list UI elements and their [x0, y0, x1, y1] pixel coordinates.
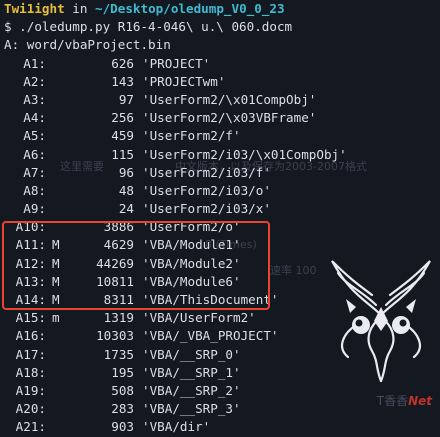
stream-name: 'UserForm2/i03/f'	[142, 164, 271, 180]
stream-name: 'VBA/__SRP_1'	[142, 364, 241, 380]
prompt-user: Twi1ight	[4, 1, 65, 16]
stream-row: A3: 97 'UserForm2/\x01CompObj'	[4, 91, 440, 109]
stream-size: 1319	[103, 310, 134, 326]
stream-size: 24	[118, 201, 134, 217]
stream-size: 115	[111, 146, 134, 162]
stream-size: 195	[111, 364, 134, 380]
stream-row: A20: 283 'VBA/__SRP_3'	[4, 400, 440, 418]
stream-name: 'VBA/_VBA_PROJECT'	[142, 328, 279, 344]
stream-name: 'VBA/__SRP_0'	[142, 346, 241, 362]
stream-row: A5: 459 'UserForm2/f'	[4, 127, 440, 145]
stream-row: A17: 1735 'VBA/__SRP_0'	[4, 346, 440, 364]
stream-name: 'VBA/__SRP_3'	[142, 401, 241, 417]
prompt-line: Twi1ight in ~/Desktop/oledump_V0_0_23	[4, 0, 440, 18]
stream-row: A7: 96 'UserForm2/i03/f'	[4, 164, 440, 182]
stream-flag: m	[52, 310, 60, 326]
stream-size: 10303	[96, 328, 134, 344]
stream-name: 'UserForm2/i03/x'	[142, 201, 271, 217]
stream-size: 48	[118, 182, 134, 198]
stream-name: 'UserForm2/\x03VBFrame'	[142, 110, 317, 126]
stream-size: 459	[111, 128, 134, 144]
stream-name: 'VBA/dir'	[142, 419, 211, 435]
stream-index: A17:	[15, 346, 46, 362]
stream-size: 1735	[103, 346, 134, 362]
highlight-box	[2, 221, 270, 310]
stream-size: 626	[111, 55, 134, 71]
stream-row: A9: 24 'UserForm2/i03/x'	[4, 200, 440, 218]
command-line: $ ./oledump.py R16-4-046\ u.\ 060.docm	[4, 19, 293, 35]
stream-index: A7:	[23, 164, 46, 180]
stream-row: A1: 626 'PROJECT'	[4, 55, 440, 73]
stream-row: A21: 903 'VBA/dir'	[4, 418, 440, 436]
terminal-window[interactable]: Twi1ight in ~/Desktop/oledump_V0_0_23 $ …	[0, 0, 440, 434]
stream-index: A8:	[23, 182, 46, 198]
stream-size: 283	[111, 401, 134, 417]
stream-size: 143	[111, 73, 134, 89]
stream-name: 'UserForm2/\x01CompObj'	[142, 91, 317, 107]
stream-row: A16: 10303 'VBA/_VBA_PROJECT'	[4, 327, 440, 345]
prompt-path: ~/Desktop/oledump_V0_0_23	[95, 1, 285, 16]
stream-index: A20:	[15, 401, 46, 417]
stream-row: A2: 143 'PROJECTwm'	[4, 73, 440, 91]
stream-row: A8: 48 'UserForm2/i03/o'	[4, 182, 440, 200]
stream-index: A9:	[23, 201, 46, 217]
stream-index: A5:	[23, 128, 46, 144]
stream-index: A3:	[23, 91, 46, 107]
stream-size: 96	[118, 164, 134, 180]
stream-index: A18:	[15, 364, 46, 380]
prompt-in: in	[64, 1, 96, 16]
stream-name: 'UserForm2/i03/o'	[142, 182, 271, 198]
stream-name: 'UserForm2/i03/\x01CompObj'	[142, 146, 347, 162]
stream-row: A19: 508 'VBA/__SRP_2'	[4, 382, 440, 400]
stream-size: 508	[111, 382, 134, 398]
stream-size: 903	[111, 419, 134, 435]
stream-index: A2:	[23, 73, 46, 89]
stream-size: 256	[111, 110, 134, 126]
stream-name: 'UserForm2/f'	[142, 128, 241, 144]
stream-index: A19:	[15, 382, 46, 398]
stream-index: A1:	[23, 55, 46, 71]
stream-name: 'PROJECTwm'	[142, 73, 226, 89]
stream-row: A6: 115 'UserForm2/i03/\x01CompObj'	[4, 146, 440, 164]
stream-name: 'PROJECT'	[142, 55, 211, 71]
stream-name: 'VBA/UserForm2'	[142, 310, 256, 326]
stream-name: 'VBA/__SRP_2'	[142, 382, 241, 398]
watermark-text: T香香Net	[376, 394, 432, 408]
stream-index: A6:	[23, 146, 46, 162]
header-line: A: word/vbaProject.bin	[4, 37, 171, 53]
stream-row: A4: 256 'UserForm2/\x03VBFrame'	[4, 109, 440, 127]
stream-row: A18: 195 'VBA/__SRP_1'	[4, 364, 440, 382]
stream-row: A15: m 1319 'VBA/UserForm2'	[4, 309, 440, 327]
stream-index: A4:	[23, 110, 46, 126]
stream-size: 97	[118, 91, 134, 107]
stream-index: A21:	[15, 419, 46, 435]
stream-index: A16:	[15, 328, 46, 344]
stream-index: A15:	[15, 310, 46, 326]
